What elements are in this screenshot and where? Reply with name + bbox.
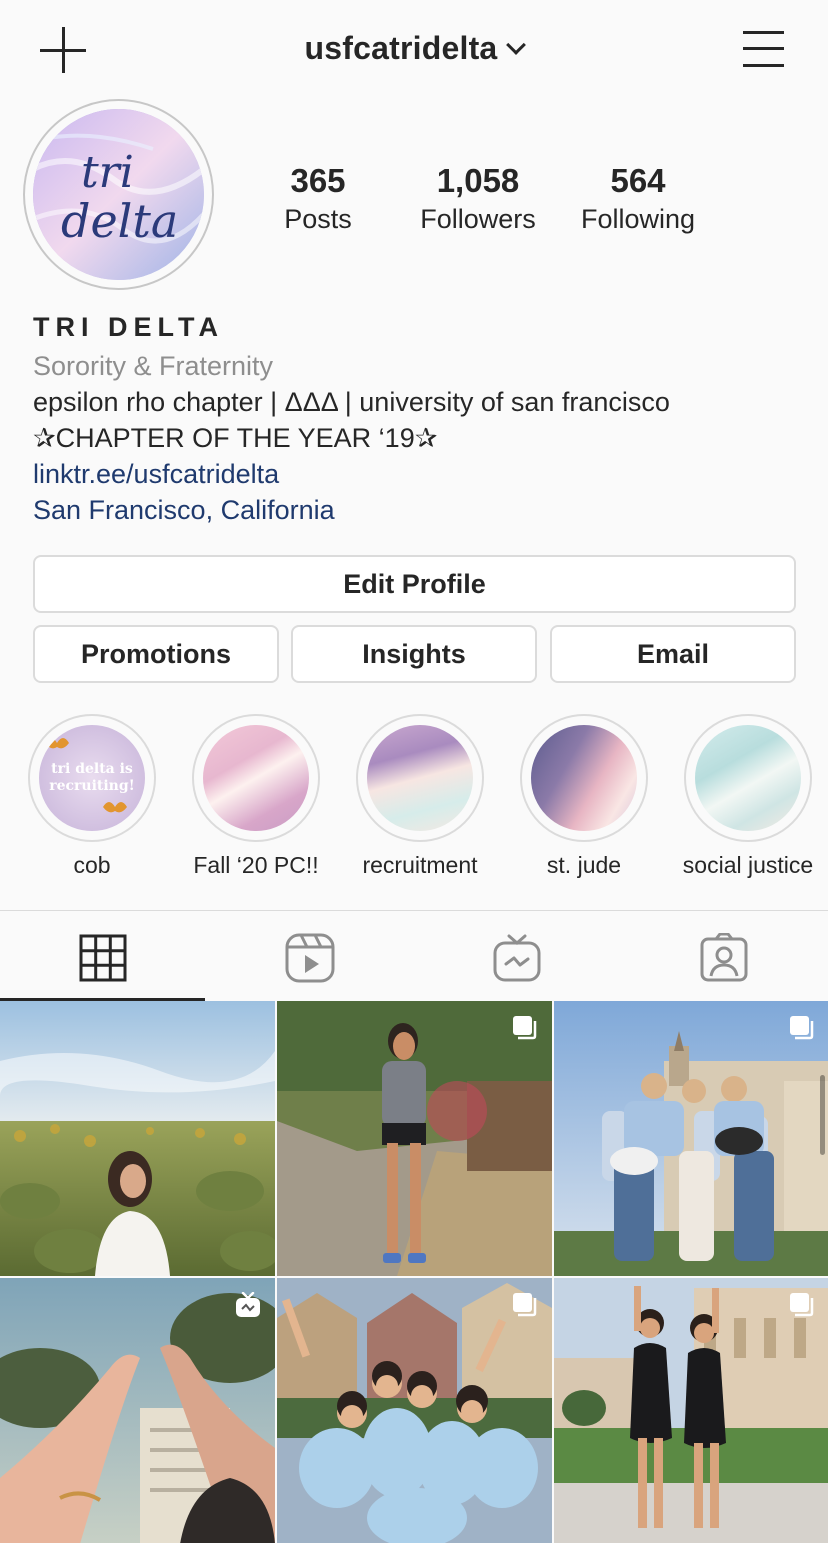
highlight-social-justice[interactable]: social justice [683,714,813,879]
profile-tabs [0,910,828,1001]
highlight-label: cob [73,852,111,878]
highlight-cover [531,725,637,831]
carousel-icon [790,1293,814,1317]
highlight-cob[interactable]: tri delta is recruiting! cob [27,714,157,879]
profile-avatar[interactable]: tri delta [23,99,214,290]
highlight-ring [192,714,320,842]
igtv-icon [236,1292,260,1317]
profile-name: TRI DELTA [33,312,224,342]
grid-icon [79,934,127,982]
highlight-cover: tri delta is recruiting! [39,725,145,831]
tab-igtv[interactable] [414,911,621,1001]
insights-button[interactable]: Insights [291,625,537,683]
hamburger-menu-icon[interactable] [743,31,784,67]
highlight-ring: tri delta is recruiting! [28,714,156,842]
post-image [554,1278,828,1543]
highlight-ring [684,714,812,842]
stat-following[interactable]: 564 Following [548,162,728,235]
post-tile[interactable] [0,1278,275,1543]
stat-followers[interactable]: 1,058 Followers [388,162,568,235]
avatar-image: tri delta [33,109,204,280]
bio-line-1: epsilon rho chapter | ΔΔΔ | university o… [33,387,670,417]
tagged-icon [700,933,748,982]
scrollbar[interactable] [820,1075,825,1155]
following-label: Following [580,204,696,234]
highlight-fall-20-pc[interactable]: Fall ‘20 PC!! [191,714,321,879]
bio-line-2: ✰CHAPTER OF THE YEAR ‘19✰ [33,423,438,453]
followers-count: 1,058 [436,162,520,199]
posts-count: 365 [290,162,346,199]
post-tile[interactable] [277,1001,552,1276]
chevron-down-icon [506,35,527,55]
website-link[interactable]: linktr.ee/usfcatridelta [33,456,813,492]
avatar-script-text: tri [81,147,134,198]
location-link[interactable]: San Francisco, California [33,492,813,528]
username-switcher[interactable]: usfcatridelta [0,30,828,67]
svg-text:delta: delta [61,194,178,248]
highlight-cover [695,725,801,831]
tab-tagged[interactable] [621,911,828,1001]
carousel-icon [513,1293,537,1317]
tab-reels[interactable] [207,911,414,1001]
post-image [0,1278,275,1543]
highlight-cover [203,725,309,831]
highlight-label: recruitment [362,852,478,878]
highlight-cover [367,725,473,831]
post-image [277,1001,552,1276]
posts-label: Posts [284,204,352,234]
promotions-button[interactable]: Promotions [33,625,279,683]
post-image [277,1278,552,1543]
email-button[interactable]: Email [550,625,796,683]
profile-bio: TRI DELTA Sorority & Fraternity epsilon … [33,312,813,528]
stat-posts[interactable]: 365 Posts [228,162,408,235]
post-image [0,1001,275,1276]
edit-profile-button[interactable]: Edit Profile [33,555,796,613]
post-tile[interactable] [554,1278,828,1543]
highlight-ring [520,714,648,842]
following-count: 564 [610,162,666,199]
highlight-label: st. jude [546,852,622,878]
igtv-icon [493,934,541,982]
post-tile[interactable] [277,1278,552,1543]
carousel-icon [513,1016,537,1040]
reels-icon [285,933,335,983]
username-label: usfcatridelta [304,30,498,66]
followers-label: Followers [420,204,536,234]
post-image [554,1001,828,1276]
top-bar: usfcatridelta [0,0,828,100]
highlight-st-jude[interactable]: st. jude [519,714,649,879]
post-tile[interactable] [0,1001,275,1276]
highlight-ring [356,714,484,842]
tab-grid[interactable] [0,911,207,1001]
highlight-label: Fall ‘20 PC!! [193,852,319,878]
highlight-recruitment[interactable]: recruitment [355,714,485,879]
profile-category: Sorority & Fraternity [33,351,274,381]
carousel-icon [790,1016,814,1040]
highlight-label: social justice [682,852,814,878]
highlight-cover-text: tri delta is recruiting! [49,761,135,794]
post-tile[interactable] [554,1001,828,1276]
